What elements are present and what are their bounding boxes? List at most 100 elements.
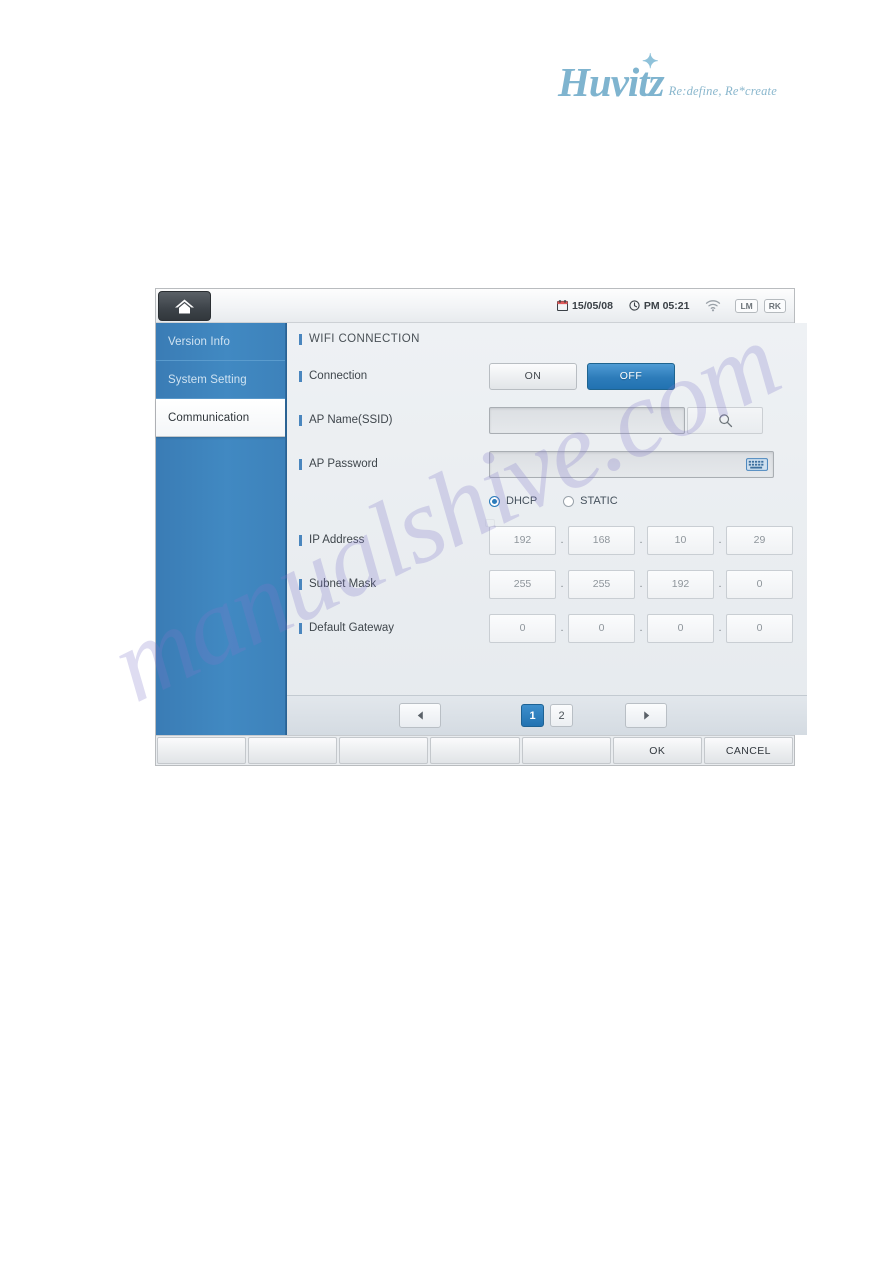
title-tick-icon xyxy=(299,333,302,345)
home-button[interactable] xyxy=(158,291,211,321)
octet-separator: . xyxy=(639,577,643,590)
default-gateway-octets: 0 . 0 . 0 . 0 xyxy=(489,613,793,643)
default-gateway-octet-4[interactable]: 0 xyxy=(726,613,793,643)
ap-password-label-text: AP Password xyxy=(309,458,378,470)
subnet-mask-label: Subnet Mask xyxy=(299,578,489,590)
sidebar-item-version-info[interactable]: Version Info xyxy=(156,323,285,361)
status-badge-rk: RK xyxy=(763,298,786,313)
octet-separator: . xyxy=(560,577,564,590)
ap-name-label-text: AP Name(SSID) xyxy=(309,414,393,426)
radio-dhcp[interactable]: DHCP xyxy=(489,495,537,507)
ip-settings-block xyxy=(485,519,495,527)
toolbar-button-3[interactable] xyxy=(339,737,429,764)
ap-password-label: AP Password xyxy=(299,458,489,470)
connection-on-button[interactable]: ON xyxy=(489,362,577,390)
device-screen: 15/05/08 PM 05:21 LM RK Version Info Sys… xyxy=(155,288,807,766)
ap-name-input[interactable] xyxy=(489,406,685,434)
star-icon: ✦ xyxy=(641,51,659,73)
toolbar-button-4[interactable] xyxy=(430,737,520,764)
toolbar-button-5[interactable] xyxy=(521,737,611,764)
octet-separator: . xyxy=(639,533,643,546)
clock-icon xyxy=(629,300,640,311)
radio-dhcp-label: DHCP xyxy=(506,495,538,507)
sidebar-item-system-setting[interactable]: System Setting xyxy=(156,361,285,399)
connection-toggle-group: ON OFF xyxy=(489,362,675,390)
octet-separator: . xyxy=(718,621,722,634)
next-page-button[interactable] xyxy=(625,703,667,728)
sidebar-item-label: System Setting xyxy=(168,373,247,386)
ip-address-octet-4[interactable]: 29 xyxy=(726,525,793,555)
huvitz-logo: Huvitz ✦ Re:define, Re*create xyxy=(558,52,777,103)
field-ip-address: IP Address 192 . 168 . 10 . 29 xyxy=(297,518,793,562)
label-tick-icon xyxy=(299,370,302,382)
radio-static[interactable]: STATIC xyxy=(563,495,618,507)
octet-separator: . xyxy=(718,533,722,546)
status-indicators: 15/05/08 PM 05:21 LM RK xyxy=(541,298,794,313)
status-date-text: 15/05/08 xyxy=(572,299,613,312)
ip-address-octet-1[interactable]: 192 xyxy=(489,525,556,555)
pagination: 1 2 xyxy=(287,695,807,735)
manual-page: Huvitz ✦ Re:define, Re*create 15/05/08 P… xyxy=(0,0,893,1263)
ip-address-octet-2[interactable]: 168 xyxy=(568,525,635,555)
field-subnet-mask: Subnet Mask 255 . 255 . 192 . 0 xyxy=(297,562,793,606)
sidebar-item-communication[interactable]: Communication xyxy=(156,399,285,437)
octet-separator: . xyxy=(639,621,643,634)
page-button-2[interactable]: 2 xyxy=(550,704,573,727)
ap-name-control xyxy=(489,406,763,434)
ap-name-label: AP Name(SSID) xyxy=(299,414,489,426)
label-tick-icon xyxy=(299,622,302,634)
settings-form: WIFI CONNECTION Connection ON OFF AP Nam… xyxy=(287,323,807,695)
label-tick-icon xyxy=(299,414,302,426)
connection-off-button[interactable]: OFF xyxy=(587,362,675,390)
default-gateway-octet-3[interactable]: 0 xyxy=(647,613,714,643)
ip-address-octet-3[interactable]: 10 xyxy=(647,525,714,555)
field-ap-password: AP Password xyxy=(297,442,793,486)
label-tick-icon xyxy=(299,578,302,590)
wifi-icon xyxy=(706,300,721,312)
page-button-1[interactable]: 1 xyxy=(521,704,544,727)
radio-dot-icon xyxy=(489,495,500,507)
connection-label: Connection xyxy=(299,370,489,382)
connection-on-label: ON xyxy=(524,370,542,382)
arrow-right-icon xyxy=(643,711,649,720)
calendar-icon xyxy=(557,300,569,311)
toolbar-button-1[interactable] xyxy=(157,737,247,764)
cancel-button[interactable]: CANCEL xyxy=(703,737,793,764)
toolbar-button-2[interactable] xyxy=(248,737,338,764)
ip-mode-group: DHCP STATIC xyxy=(489,488,793,514)
ok-button[interactable]: OK xyxy=(612,737,702,764)
subnet-mask-octet-1[interactable]: 255 xyxy=(489,569,556,599)
sidebar: Version Info System Setting Communicatio… xyxy=(156,323,286,735)
default-gateway-label-text: Default Gateway xyxy=(309,622,395,634)
subnet-mask-octets: 255 . 255 . 192 . 0 xyxy=(489,569,793,599)
ip-address-label-text: IP Address xyxy=(309,534,365,546)
page-title: WIFI CONNECTION xyxy=(297,333,793,345)
subnet-mask-octet-2[interactable]: 255 xyxy=(568,569,635,599)
octet-separator: . xyxy=(718,577,722,590)
prev-page-button[interactable] xyxy=(399,703,441,728)
bottom-toolbar: OK CANCEL xyxy=(156,735,794,765)
label-tick-icon xyxy=(299,534,302,546)
status-badge-group: LM RK xyxy=(735,298,786,313)
octet-separator: . xyxy=(560,533,564,546)
subnet-mask-octet-4[interactable]: 0 xyxy=(726,569,793,599)
status-bar: 15/05/08 PM 05:21 LM RK xyxy=(156,289,794,323)
subnet-mask-octet-3[interactable]: 192 xyxy=(647,569,714,599)
field-ap-name: AP Name(SSID) xyxy=(297,398,793,442)
content-panel: WIFI CONNECTION Connection ON OFF AP Nam… xyxy=(286,323,807,735)
brand-tagline: Re:define, Re*create xyxy=(668,84,777,98)
ip-address-label: IP Address xyxy=(299,534,489,546)
ap-password-input[interactable] xyxy=(489,450,774,478)
home-icon xyxy=(175,299,194,313)
brand-wordmark: Huvitz ✦ xyxy=(558,52,665,103)
radio-dot-icon xyxy=(563,495,575,507)
default-gateway-octet-2[interactable]: 0 xyxy=(568,613,635,643)
keyboard-icon[interactable] xyxy=(746,457,768,472)
default-gateway-label: Default Gateway xyxy=(299,622,489,634)
ip-address-octets: 192 . 168 . 10 . 29 xyxy=(489,525,793,555)
default-gateway-octet-1[interactable]: 0 xyxy=(489,613,556,643)
field-connection: Connection ON OFF xyxy=(297,354,793,398)
sidebar-item-label: Communication xyxy=(168,412,250,424)
subnet-mask-label-text: Subnet Mask xyxy=(309,578,377,590)
ap-search-button[interactable] xyxy=(687,406,763,434)
